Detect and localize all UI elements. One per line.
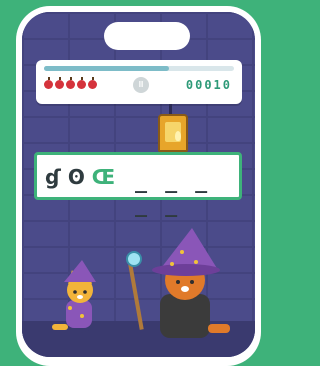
game-screen: II 00010 ɠ ʘ Œ _ _ _ _ _: [22, 12, 255, 357]
characters-scene: [52, 228, 230, 338]
small-wizard-cat: [52, 260, 96, 333]
big-wizard-cat: [152, 228, 230, 338]
magic-staff: [126, 251, 144, 330]
